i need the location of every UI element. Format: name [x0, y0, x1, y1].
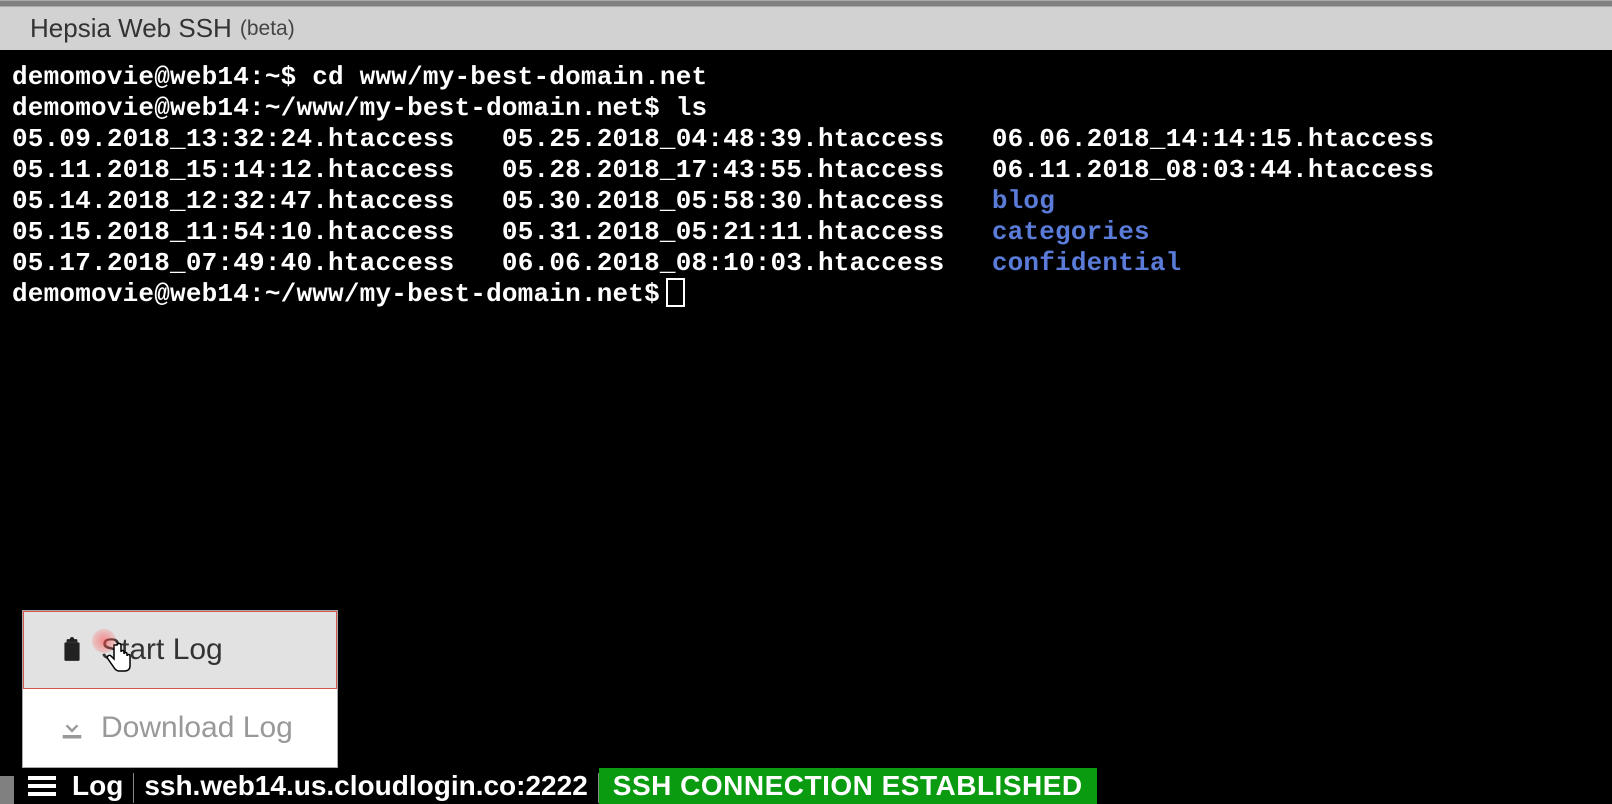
host-display: ssh.web14.us.cloudlogin.co:2222: [134, 768, 597, 804]
ls-file: 05.30.2018_05:58:30.htaccess: [502, 186, 944, 216]
log-button-label: Log: [72, 770, 123, 802]
ls-file: 05.11.2018_15:14:12.htaccess: [12, 155, 454, 185]
ls-file: 05.17.2018_07:49:40.htaccess: [12, 248, 454, 278]
ls-file: 05.15.2018_11:54:10.htaccess: [12, 217, 454, 247]
host-text: ssh.web14.us.cloudlogin.co:2222: [144, 770, 587, 802]
menu-item-label: Download Log: [101, 711, 293, 745]
ls-file: 05.28.2018_17:43:55.htaccess: [502, 155, 944, 185]
start-log-menu-item[interactable]: Start Log: [23, 611, 337, 689]
ls-directory: blog: [992, 186, 1055, 216]
terminal-line: demomovie@web14:~$ cd www/my-best-domain…: [12, 62, 707, 92]
app-title-suffix: (beta): [240, 17, 295, 41]
log-popup-menu: Start Log Download Log: [22, 610, 338, 768]
ls-file: 06.11.2018_08:03:44.htaccess: [992, 155, 1434, 185]
ls-file: 05.25.2018_04:48:39.htaccess: [502, 124, 944, 154]
window-chrome-top: [0, 0, 1612, 7]
terminal-line: demomovie@web14:~/www/my-best-domain.net…: [12, 93, 707, 123]
ls-directory: confidential: [992, 248, 1182, 278]
ls-file: 05.09.2018_13:32:24.htaccess: [12, 124, 454, 154]
ls-file: 05.31.2018_05:21:11.htaccess: [502, 217, 944, 247]
app-title: Hepsia Web SSH: [30, 13, 232, 44]
title-bar: Hepsia Web SSH (beta): [0, 7, 1612, 50]
download-icon: [57, 713, 87, 743]
ls-file: 05.14.2018_12:32:47.htaccess: [12, 186, 454, 216]
log-button[interactable]: Log: [62, 768, 133, 804]
terminal-prompt: demomovie@web14:~/www/my-best-domain.net…: [12, 279, 660, 309]
clipboard-icon: [57, 635, 87, 665]
connection-status-text: SSH CONNECTION ESTABLISHED: [613, 770, 1083, 802]
status-bar: Log ssh.web14.us.cloudlogin.co:2222 SSH …: [14, 768, 1612, 804]
hamburger-icon[interactable]: [14, 775, 62, 797]
connection-status: SSH CONNECTION ESTABLISHED: [599, 768, 1097, 804]
terminal-cursor[interactable]: [666, 278, 685, 307]
ls-file: 06.06.2018_14:14:15.htaccess: [992, 124, 1434, 154]
ls-directory: categories: [992, 217, 1150, 247]
menu-item-label: Start Log: [101, 633, 223, 667]
ls-file: 06.06.2018_08:10:03.htaccess: [502, 248, 944, 278]
download-log-menu-item[interactable]: Download Log: [23, 689, 337, 767]
